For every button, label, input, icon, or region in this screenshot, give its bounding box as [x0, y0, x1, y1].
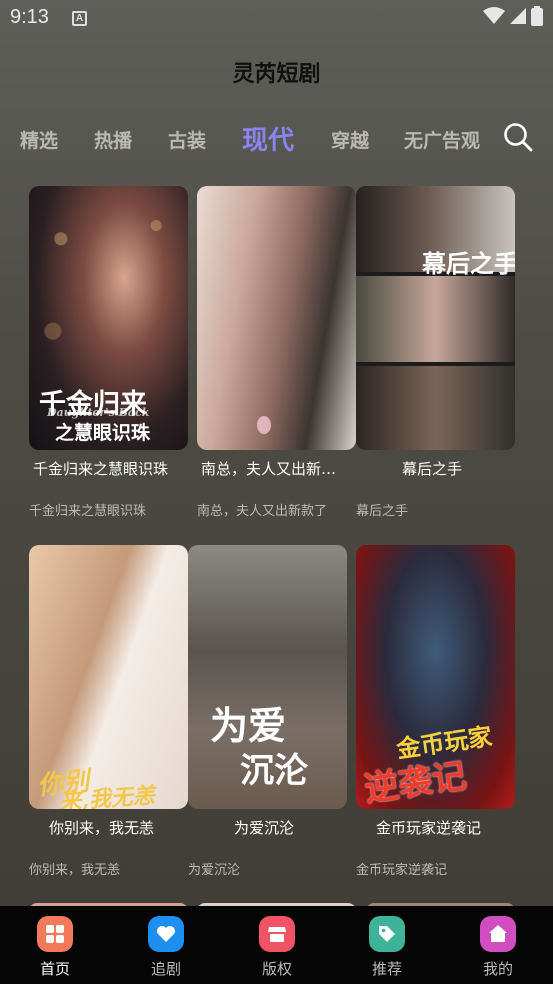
status-time: 9:13: [10, 6, 49, 28]
status-bar: 9:13 A: [0, 0, 553, 36]
drama-subtitle: 幕后之手: [356, 504, 409, 519]
nav-label: 版权: [261, 960, 292, 978]
drama-poster[interactable]: 金币玩家 逆袭记: [356, 545, 515, 809]
drama-subtitle: 为爱沉沦: [188, 863, 241, 878]
drama-poster[interactable]: 为爱 沉沦: [188, 545, 347, 809]
tab-chuanyue[interactable]: 穿越: [331, 126, 369, 153]
tab-jingxuan[interactable]: 精选: [20, 126, 58, 153]
notification-icon: A: [72, 11, 87, 26]
nav-mine[interactable]: 我的: [463, 916, 533, 979]
tab-xiandai[interactable]: 现代: [242, 120, 294, 157]
drama-poster[interactable]: 千金归来 Daughter's Back 之慧眼识珠: [29, 186, 188, 450]
nav-home[interactable]: 首页: [20, 916, 90, 979]
poster-title: 幕后之手: [422, 249, 515, 278]
drama-title[interactable]: 金币玩家逆袭记: [376, 817, 481, 838]
tab-guzhuang[interactable]: 古装: [168, 126, 206, 153]
nav-label: 推荐: [371, 960, 402, 978]
tab-rebo[interactable]: 热播: [94, 126, 132, 153]
search-icon[interactable]: [503, 122, 533, 152]
drama-title[interactable]: 千金归来之慧眼识珠: [33, 458, 168, 479]
drama-title[interactable]: 为爱沉沦: [234, 817, 294, 838]
drama-subtitle: 你别来，我无恙: [29, 863, 121, 878]
home-grid-icon: [37, 916, 73, 952]
category-tabs: 精选 热播 古装 现代 穿越 无广告观: [0, 118, 553, 160]
nav-label: 首页: [39, 960, 70, 978]
poster-title-line2: 之慧眼识珠: [55, 422, 151, 444]
drama-title[interactable]: 幕后之手: [402, 458, 462, 479]
nav-label: 追剧: [150, 960, 181, 978]
drama-subtitle: 南总，夫人又出新款了: [197, 504, 328, 519]
poster-title-line2: 来,我无恙: [58, 782, 156, 809]
tag-icon: [369, 916, 405, 952]
drama-poster[interactable]: [197, 186, 356, 450]
heart-icon: [148, 916, 184, 952]
drama-poster[interactable]: 你别 来,我无恙: [29, 545, 188, 809]
app-title: 灵芮短剧: [232, 62, 321, 87]
poster-title-line2: 逆袭记: [362, 756, 469, 809]
poster-title: 为爱: [210, 703, 287, 748]
drama-title[interactable]: 南总，夫人又出新…: [201, 458, 336, 479]
nav-copyright[interactable]: 版权: [242, 916, 312, 979]
battery-icon: [531, 6, 543, 26]
drama-subtitle: 千金归来之慧眼识珠: [29, 504, 147, 519]
house-icon: [480, 916, 516, 952]
signal-icon: [510, 8, 526, 24]
drama-poster[interactable]: 幕后之手: [356, 186, 515, 450]
drama-subtitle: 金币玩家逆袭记: [356, 863, 448, 878]
wifi-icon: [483, 7, 505, 24]
drama-title[interactable]: 你别来，我无恙: [49, 817, 154, 838]
tab-wuguanggao[interactable]: 无广告观: [404, 126, 480, 153]
poster-title-line2: 沉沦: [240, 751, 308, 791]
status-icons: [483, 6, 543, 26]
nav-follow[interactable]: 追剧: [131, 916, 201, 979]
nav-label: 我的: [482, 960, 513, 978]
nav-recommend[interactable]: 推荐: [352, 916, 422, 979]
store-icon: [259, 916, 295, 952]
bottom-nav: 首页 追剧 版权 推荐 我的: [0, 906, 553, 984]
